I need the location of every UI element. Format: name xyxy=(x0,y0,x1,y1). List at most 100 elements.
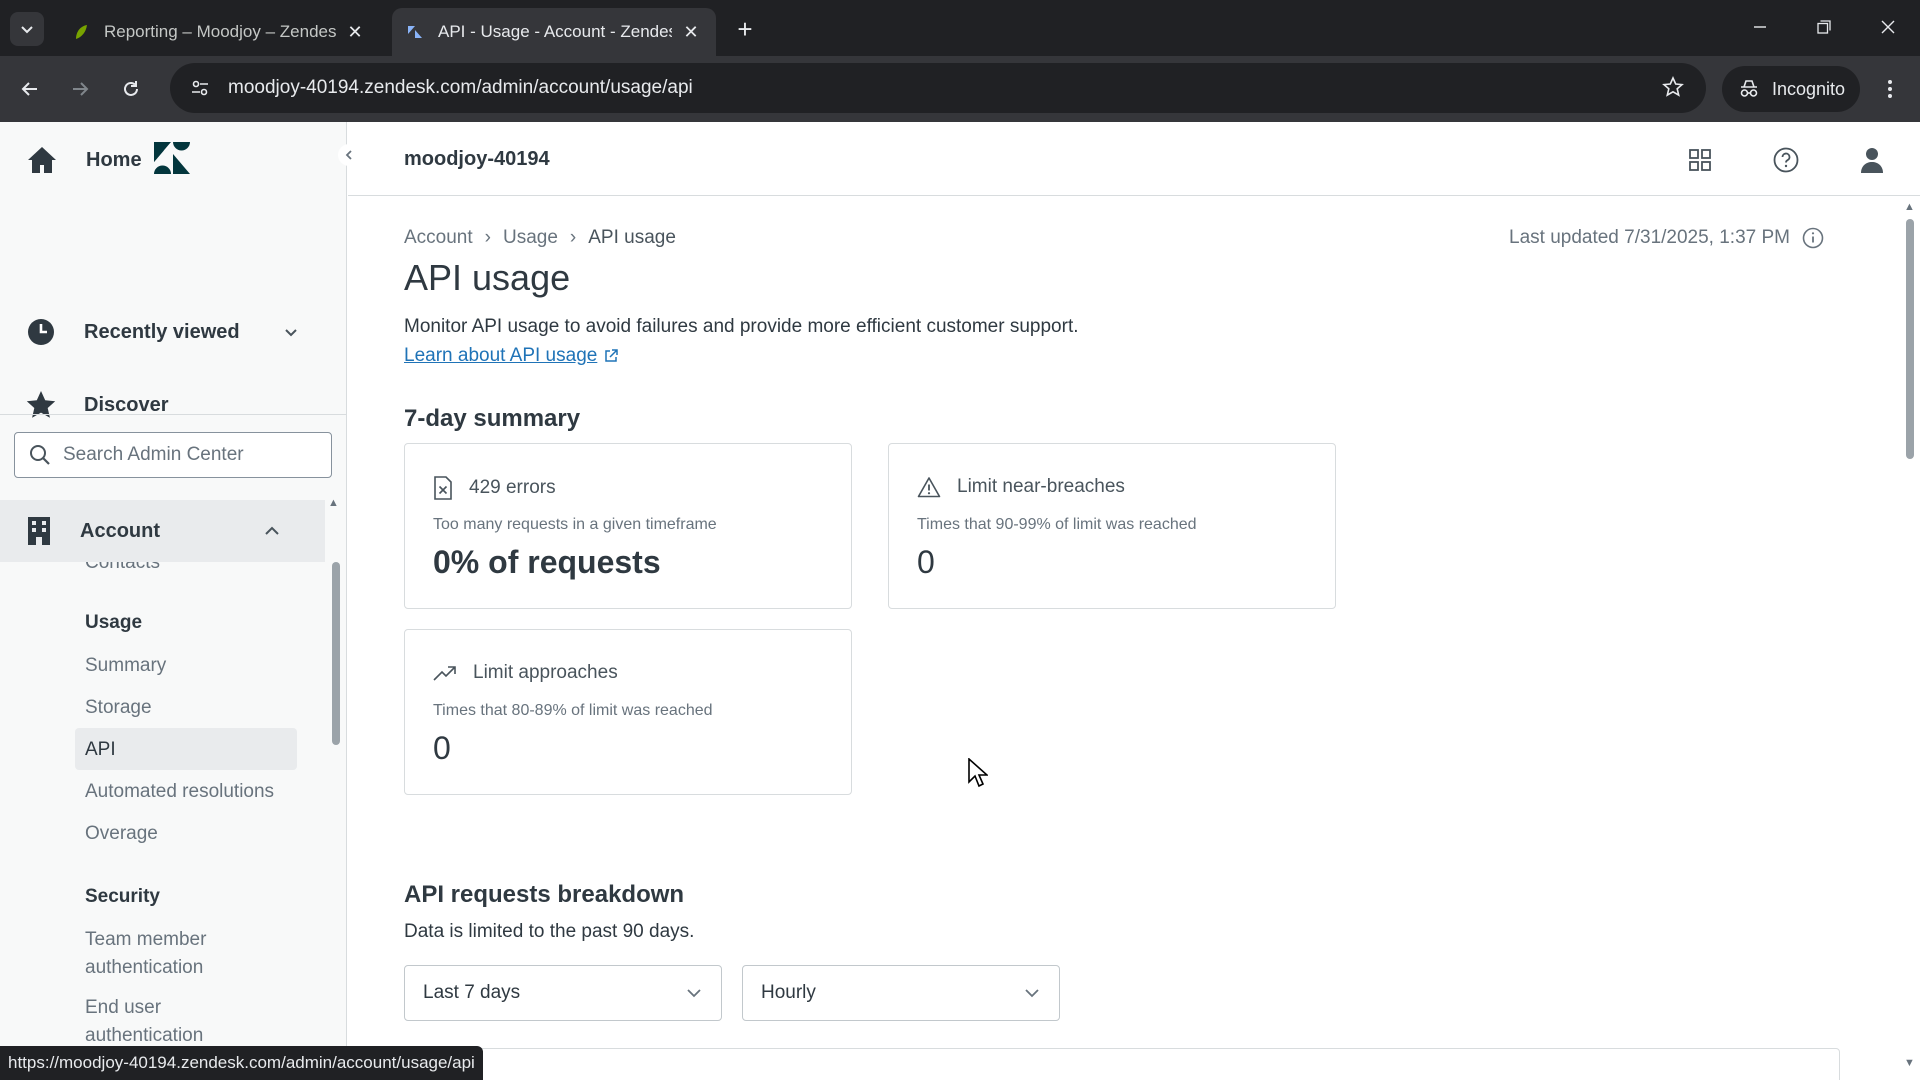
close-icon xyxy=(1881,20,1895,34)
restore-button[interactable] xyxy=(1804,10,1844,44)
breakdown-title: API requests breakdown xyxy=(404,881,685,908)
nav-recently-viewed[interactable]: Recently viewed xyxy=(0,304,346,360)
card-value: 0% of requests xyxy=(433,544,661,580)
arrow-right-icon xyxy=(73,82,89,96)
sidebar-scrollbar[interactable] xyxy=(332,562,340,745)
products-button[interactable] xyxy=(1684,144,1716,176)
info-icon[interactable] xyxy=(1802,227,1824,249)
grid-icon xyxy=(1689,149,1711,171)
breadcrumb-usage[interactable]: Usage xyxy=(503,227,558,249)
browser-status-url: https://moodjoy-40194.zendesk.com/admin/… xyxy=(0,1046,483,1080)
card-title: Limit near-breaches xyxy=(957,476,1125,497)
nav-label: Home xyxy=(86,148,142,171)
tab-close-icon[interactable]: ✕ xyxy=(344,21,366,43)
sub-item-automated-resolutions[interactable]: Automated resolutions xyxy=(85,781,274,803)
scroll-down-arrow[interactable]: ▼ xyxy=(1904,1057,1915,1069)
select-value: Last 7 days xyxy=(423,982,521,1003)
sidebar: Home Recently viewed Discover Account Co… xyxy=(0,122,347,1080)
card-title: Limit approaches xyxy=(473,662,618,683)
sub-item-team-member-authentication[interactable]: Team member authentication xyxy=(85,926,245,982)
nav-home[interactable]: Home xyxy=(0,132,346,188)
account-submenu: Contacts Usage Summary Storage API Autom… xyxy=(0,562,325,1080)
sub-item-contacts[interactable]: Contacts xyxy=(85,562,160,574)
card-429-errors: 429 errors Too many requests in a given … xyxy=(404,443,852,609)
chevron-left-icon xyxy=(345,150,352,160)
sidebar-item-account[interactable]: Account xyxy=(0,500,325,562)
clock-icon xyxy=(28,319,54,345)
close-window-button[interactable] xyxy=(1868,10,1908,44)
main-scrollbar[interactable]: ▲ ▼ xyxy=(1900,197,1920,1080)
last-updated: Last updated 7/31/2025, 1:37 PM xyxy=(1509,227,1824,249)
restore-icon xyxy=(1817,20,1831,34)
bookmark-star-icon[interactable] xyxy=(1662,76,1684,103)
incognito-indicator[interactable]: Incognito xyxy=(1722,66,1860,112)
tab-reporting[interactable]: Reporting – Moodjoy – Zendesk ✕ xyxy=(58,8,380,56)
card-header: 429 errors xyxy=(433,476,556,500)
card-header: Limit approaches xyxy=(433,662,618,684)
chevron-up-icon xyxy=(265,526,279,535)
sub-item-overage[interactable]: Overage xyxy=(85,823,158,845)
site-info-icon[interactable] xyxy=(180,78,220,98)
top-bar: moodjoy-40194 xyxy=(348,122,1920,196)
tab-api-usage[interactable]: API - Usage - Account - Zendesk ✕ xyxy=(392,8,716,56)
card-title: 429 errors xyxy=(469,477,556,498)
security-heading: Security xyxy=(85,886,160,907)
scroll-up-arrow[interactable]: ▲ xyxy=(1904,201,1915,213)
interval-select[interactable]: Hourly xyxy=(742,965,1060,1021)
sidebar-item-label: Account xyxy=(80,519,160,542)
minimize-button[interactable] xyxy=(1740,10,1780,44)
tab-close-icon[interactable]: ✕ xyxy=(680,21,702,43)
card-subtitle: Times that 80-89% of limit was reached xyxy=(433,702,713,719)
reload-button[interactable] xyxy=(115,73,147,105)
help-icon xyxy=(1773,147,1799,173)
scrollbar-thumb[interactable] xyxy=(1906,219,1914,459)
breadcrumb-account[interactable]: Account xyxy=(404,227,473,249)
usage-heading: Usage xyxy=(85,612,143,633)
user-icon xyxy=(1861,148,1883,173)
more-vertical-icon xyxy=(1888,80,1892,98)
zendesk-logo-icon xyxy=(408,26,422,38)
requests-breakdown-chart xyxy=(404,1048,1840,1080)
error-file-icon xyxy=(434,476,452,500)
user-profile-button[interactable] xyxy=(1856,144,1888,176)
tab-search-button[interactable] xyxy=(10,12,44,46)
sub-item-api[interactable]: API xyxy=(85,739,116,761)
nav-label: Recently viewed xyxy=(84,320,240,343)
collapse-sidebar-button[interactable] xyxy=(338,144,360,166)
chevron-down-icon xyxy=(21,26,33,34)
chevron-right-icon: › xyxy=(569,227,577,248)
sub-item-summary[interactable]: Summary xyxy=(85,655,166,677)
summary-title: 7-day summary xyxy=(404,405,581,432)
learn-about-api-link[interactable]: Learn about API usage xyxy=(404,345,619,367)
search-admin-center[interactable] xyxy=(14,432,332,478)
browser-toolbar: moodjoy-40194.zendesk.com/admin/account/… xyxy=(0,56,1920,122)
forward-button[interactable] xyxy=(64,73,96,105)
scroll-up-arrow[interactable]: ▲ xyxy=(328,497,339,509)
nav-discover[interactable]: Discover xyxy=(0,377,346,433)
back-button[interactable] xyxy=(14,73,46,105)
status-url-text: https://moodjoy-40194.zendesk.com/admin/… xyxy=(8,1053,475,1072)
tab-title: API - Usage - Account - Zendesk xyxy=(438,22,672,41)
sub-item-storage[interactable]: Storage xyxy=(85,697,152,719)
select-value: Hourly xyxy=(761,982,816,1003)
help-button[interactable] xyxy=(1770,144,1802,176)
breakdown-description: Data is limited to the past 90 days. xyxy=(404,921,695,942)
browser-tab-bar: Reporting – Moodjoy – Zendesk ✕ API - Us… xyxy=(0,0,1920,56)
tab-title: Reporting – Moodjoy – Zendesk xyxy=(104,22,336,41)
reload-icon xyxy=(124,81,138,96)
address-bar[interactable]: moodjoy-40194.zendesk.com/admin/account/… xyxy=(170,63,1706,113)
chevron-down-icon xyxy=(1025,989,1039,998)
browser-menu-button[interactable] xyxy=(1874,73,1906,105)
card-limit-approaches: Limit approaches Times that 80-89% of li… xyxy=(404,629,852,795)
new-tab-button[interactable]: + xyxy=(730,14,760,44)
trend-up-icon xyxy=(433,666,456,681)
zendesk-leaf-icon xyxy=(76,25,87,39)
period-select[interactable]: Last 7 days xyxy=(404,965,722,1021)
card-header: Limit near-breaches xyxy=(917,476,1125,498)
card-value: 0 xyxy=(917,544,935,580)
url-text: moodjoy-40194.zendesk.com/admin/account/… xyxy=(228,77,693,98)
search-input[interactable] xyxy=(63,444,313,466)
incognito-label: Incognito xyxy=(1772,78,1846,99)
sub-item-end-user-authentication[interactable]: End user authentication xyxy=(85,994,245,1050)
incognito-icon xyxy=(1740,80,1758,97)
